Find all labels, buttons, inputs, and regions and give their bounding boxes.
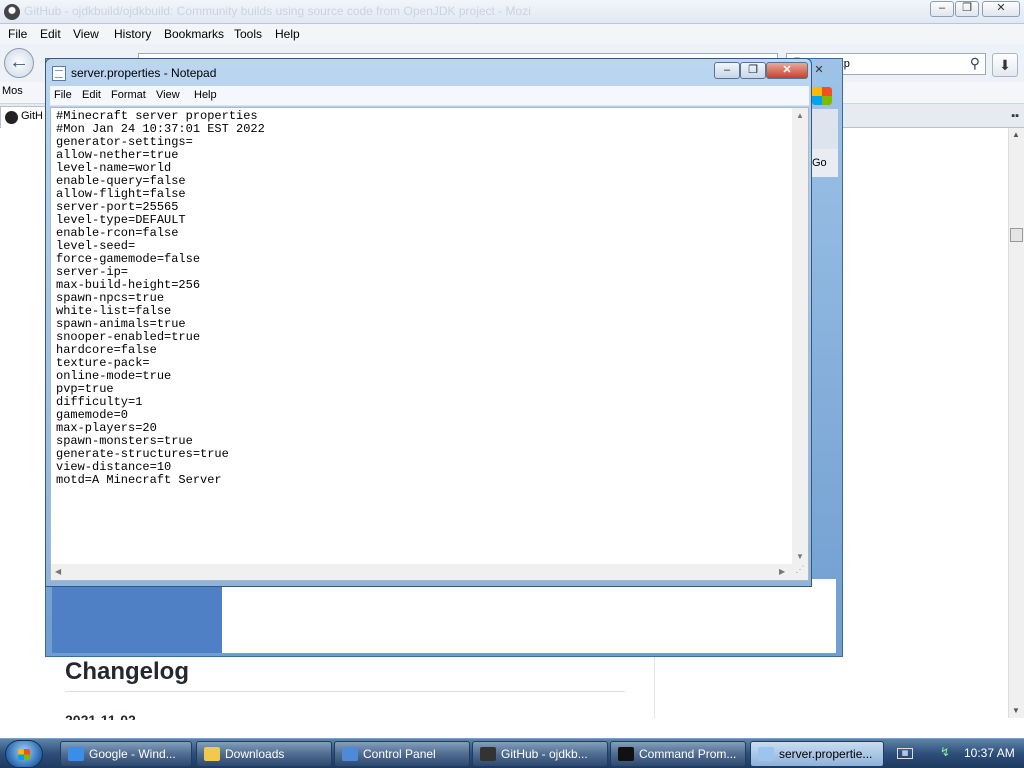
resize-grip-icon[interactable]: ⋰	[792, 564, 808, 580]
taskbar-item-downloads[interactable]: Downloads	[196, 741, 332, 767]
back-button[interactable]: ←	[4, 48, 34, 78]
taskbar-item-label: GitHub - ojdkb...	[501, 747, 588, 761]
text-line: enable-rcon=false	[56, 226, 179, 240]
github-icon	[5, 111, 18, 124]
start-button[interactable]	[5, 740, 43, 768]
text-line: difficulty=1	[56, 395, 143, 409]
firefox-menu-edit[interactable]: Edit	[40, 27, 61, 41]
notepad-menu-edit[interactable]: Edit	[82, 89, 101, 101]
text-line: gamemode=0	[56, 408, 129, 422]
changelog-date: 2021-11-02	[65, 712, 136, 720]
network-icon[interactable]: ↯	[940, 745, 956, 761]
taskbar-item-label: server.propertie...	[779, 747, 873, 761]
scroll-up-icon[interactable]: ▲	[796, 111, 804, 120]
file-content: #Minecraft server properties #Mon Jan 24 …	[56, 110, 792, 487]
scroll-right-icon[interactable]: ▶	[779, 567, 785, 576]
scroll-left-icon[interactable]: ◀	[55, 567, 61, 576]
firefox-titlebar: GitHub - ojdkbuild/ojdkbuild: Community …	[0, 0, 1024, 24]
ie-icon	[68, 747, 84, 761]
text-line: pvp=true	[56, 382, 114, 396]
taskbar-item-label: Control Panel	[363, 747, 436, 761]
notepad-maximize-button[interactable]: ❐	[740, 62, 766, 79]
firefox-minimize-button[interactable]: ‒	[930, 1, 954, 17]
taskbar-item-github[interactable]: GitHub - ojdkb...	[472, 741, 608, 767]
notepad-minimize-button[interactable]: ‒	[714, 62, 740, 79]
scroll-down-icon[interactable]: ▼	[1012, 706, 1020, 715]
notepad-icon	[758, 747, 774, 761]
popup-side-panel	[808, 109, 838, 149]
list-all-tabs-icon[interactable]: ▪▪	[1011, 110, 1019, 122]
taskbar-item-control-panel[interactable]: Control Panel	[334, 741, 470, 767]
taskbar-item-command-prompt[interactable]: Command Prom...	[610, 741, 746, 767]
clock[interactable]: 10:37 AM	[964, 746, 1015, 760]
text-line: force-gamemode=false	[56, 252, 201, 266]
text-line: motd=A Minecraft Server	[56, 473, 222, 487]
download-button[interactable]: ⬇	[992, 53, 1018, 77]
firefox-icon	[480, 747, 496, 761]
firefox-app-icon	[4, 4, 20, 20]
text-line: hardcore=false	[56, 343, 157, 357]
taskbar-item-label: Command Prom...	[639, 747, 737, 761]
scroll-down-icon[interactable]: ▼	[796, 552, 804, 561]
firefox-window-title: GitHub - ojdkbuild/ojdkbuild: Community …	[24, 4, 531, 18]
download-arrow-icon: ⬇	[999, 57, 1011, 73]
tab-label: GitH	[21, 110, 43, 122]
notepad-text-area[interactable]: #Minecraft server properties #Mon Jan 24 …	[50, 107, 809, 581]
notepad-close-button[interactable]: ✕	[766, 62, 808, 79]
notepad-menubar: File Edit Format View Help	[50, 86, 809, 106]
firefox-menubar: File Edit View History Bookmarks Tools H…	[0, 24, 1024, 44]
bookmark-item[interactable]: Mos	[2, 85, 23, 97]
heading-rule	[65, 691, 625, 692]
firefox-menu-history[interactable]: History	[114, 27, 151, 41]
taskbar-item-label: Google - Wind...	[89, 747, 176, 761]
popup-content	[52, 579, 836, 653]
scroll-thumb[interactable]	[1010, 228, 1023, 242]
notepad-vertical-scrollbar[interactable]: ▲ ▼	[792, 108, 808, 564]
notepad-menu-view[interactable]: View	[156, 89, 180, 101]
firefox-menu-view[interactable]: View	[73, 27, 99, 41]
go-button[interactable]: Go	[808, 149, 838, 177]
firefox-menu-file[interactable]: File	[8, 27, 27, 41]
text-line: online-mode=true	[56, 369, 172, 383]
firefox-vertical-scrollbar[interactable]: ▲ ▼	[1008, 128, 1024, 718]
notepad-menu-file[interactable]: File	[54, 89, 72, 101]
search-icon[interactable]: ⚲	[970, 55, 980, 72]
folder-icon	[204, 747, 220, 761]
popup-blue-panel	[52, 579, 222, 653]
taskbar: Google - Wind... Downloads Control Panel…	[0, 738, 1024, 768]
firefox-menu-help[interactable]: Help	[275, 27, 300, 41]
taskbar-item-label: Downloads	[225, 747, 285, 761]
firefox-menu-bookmarks[interactable]: Bookmarks	[164, 27, 224, 41]
control-panel-icon	[342, 747, 358, 761]
keyboard-icon[interactable]: ▦	[897, 748, 913, 759]
notepad-icon	[52, 66, 66, 81]
taskbar-item-google[interactable]: Google - Wind...	[60, 741, 192, 767]
firefox-close-button[interactable]: ✕	[982, 1, 1020, 17]
changelog-heading: Changelog	[65, 658, 189, 685]
firefox-menu-tools[interactable]: Tools	[234, 27, 262, 41]
notepad-title: server.properties - Notepad	[71, 66, 217, 80]
windows-logo-icon	[812, 87, 832, 105]
text-line: max-build-height=256	[56, 278, 201, 292]
notepad-horizontal-scrollbar[interactable]: ◀ ▶	[51, 564, 792, 580]
taskbar-item-notepad[interactable]: server.propertie...	[750, 741, 884, 767]
notepad-menu-help[interactable]: Help	[194, 89, 217, 101]
scroll-up-icon[interactable]: ▲	[1012, 130, 1020, 139]
text-line: snooper-enabled=true	[56, 330, 201, 344]
notepad-window: server.properties - Notepad ‒ ❐ ✕ File E…	[45, 58, 812, 587]
notepad-menu-format[interactable]: Format	[111, 89, 146, 101]
firefox-maximize-button[interactable]: ❐	[955, 1, 979, 17]
back-arrow-icon: ←	[9, 51, 29, 73]
cmd-icon	[618, 747, 634, 761]
